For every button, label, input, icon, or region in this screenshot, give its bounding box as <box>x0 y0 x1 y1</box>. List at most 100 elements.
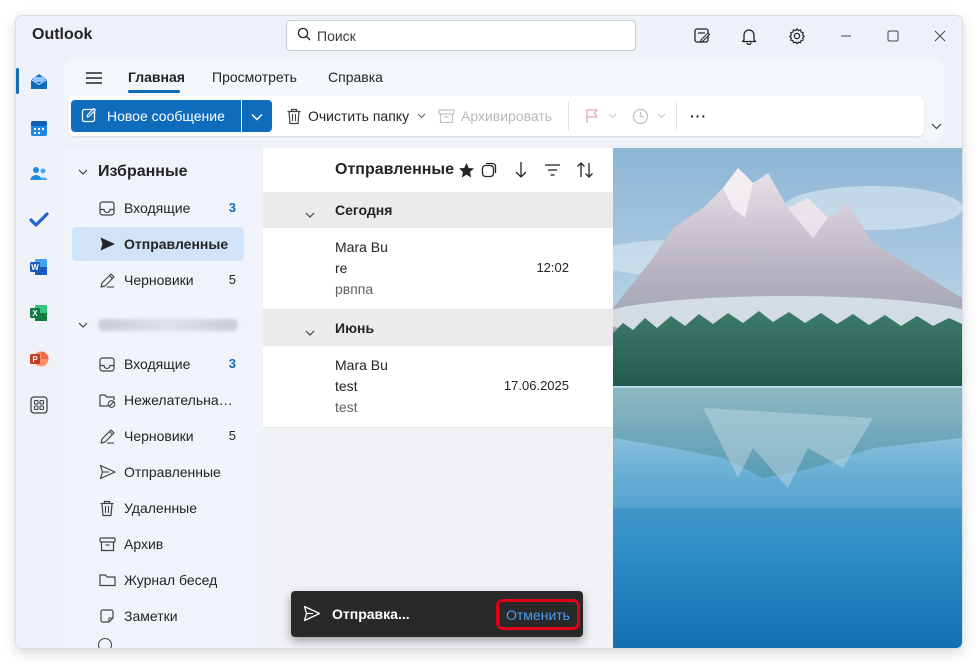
group-header-today[interactable]: Сегодня <box>263 192 613 228</box>
message-list: Отправленные Сегодня Mara Bu re рвппа 12… <box>263 148 613 648</box>
inbox-icon <box>98 355 116 373</box>
tab-view[interactable]: Просмотреть <box>212 69 297 85</box>
group-label: Сегодня <box>335 202 393 218</box>
folder-drafts[interactable]: Черновики 5 <box>72 419 244 453</box>
compose-icon <box>81 107 97 126</box>
favorites-label: Избранные <box>98 163 188 180</box>
folder-inbox[interactable]: Входящие 3 <box>72 347 244 381</box>
folder-fav-drafts[interactable]: Черновики 5 <box>72 263 244 297</box>
group-label: Июнь <box>335 320 375 336</box>
folder-notes[interactable]: Заметки <box>72 599 244 633</box>
archive-button[interactable]: Архивировать <box>438 100 552 132</box>
close-icon[interactable] <box>926 22 954 50</box>
app-rail: W X P <box>16 60 62 648</box>
jump-to-icon[interactable] <box>510 160 530 180</box>
archive-icon <box>98 535 116 553</box>
maximize-icon[interactable] <box>879 22 907 50</box>
svg-text:P: P <box>32 355 38 364</box>
search-input[interactable] <box>317 27 617 44</box>
send-icon <box>98 235 116 253</box>
search-icon <box>297 27 311 44</box>
junk-icon <box>98 391 116 409</box>
message-list-title: Отправленные <box>335 161 454 178</box>
drafts-icon <box>98 271 116 289</box>
folder-label: Архив <box>124 536 164 552</box>
new-message-button[interactable]: Новое сообщение <box>71 100 241 132</box>
message-preview: test <box>335 399 358 415</box>
unread-count: 3 <box>228 200 236 215</box>
search-box[interactable] <box>286 20 636 51</box>
archive-icon <box>438 108 455 124</box>
message-item[interactable]: Mara Bu re рвппа 12:02 <box>263 228 613 310</box>
snooze-button[interactable] <box>632 100 666 132</box>
message-list-header: Отправленные <box>263 148 613 192</box>
group-header-june[interactable]: Июнь <box>263 310 613 346</box>
star-icon[interactable] <box>456 160 476 180</box>
calendar-notes-icon[interactable] <box>688 22 716 50</box>
chevron-down-icon <box>417 113 426 119</box>
chevron-down-icon <box>657 113 666 119</box>
undo-send-button[interactable]: Отменить <box>496 599 580 630</box>
account-header[interactable] <box>64 312 238 338</box>
new-message-label: Новое сообщение <box>107 108 225 124</box>
folder-label: Отправленные <box>124 464 221 480</box>
folder-deleted[interactable]: Удаленные <box>72 491 244 525</box>
filter-icon[interactable] <box>542 160 562 180</box>
chevron-down-icon <box>78 322 88 328</box>
empty-folder-button[interactable]: Очистить папку <box>286 100 426 132</box>
more-apps-icon[interactable] <box>25 391 53 419</box>
tab-help[interactable]: Справка <box>328 69 383 85</box>
folder-label: Нежелательная почта <box>124 392 236 408</box>
draft-count: 5 <box>228 428 236 443</box>
minimize-icon[interactable] <box>832 22 860 50</box>
folder-label: Удаленные <box>124 500 198 516</box>
chevron-down-icon <box>305 205 315 221</box>
outlook-window: Outlook Поиск W X P Главная Просмотреть … <box>16 16 962 648</box>
title-bar: Outlook <box>16 16 962 60</box>
tab-home[interactable]: Главная <box>128 69 185 85</box>
todo-app-icon[interactable] <box>25 206 53 234</box>
ribbon-expand-chevron-icon[interactable] <box>928 118 944 134</box>
trash-icon <box>98 499 116 517</box>
clock-icon <box>632 108 649 125</box>
active-tab-indicator <box>128 90 180 93</box>
powerpoint-app-icon[interactable]: P <box>25 345 53 373</box>
new-message-dropdown[interactable] <box>242 100 272 132</box>
folder-fav-inbox[interactable]: Входящие 3 <box>72 191 244 225</box>
folder-sent[interactable]: Отправленные <box>72 455 244 489</box>
hamburger-menu-icon[interactable] <box>80 66 108 90</box>
bell-icon[interactable] <box>735 22 763 50</box>
excel-app-icon[interactable]: X <box>25 299 53 327</box>
inbox-icon <box>98 199 116 217</box>
calendar-app-icon[interactable] <box>25 114 53 142</box>
folder-conversation-history[interactable]: Журнал бесед <box>72 563 244 597</box>
folder-pane: Избранные Входящие 3 Отправленные Чернов… <box>64 148 262 648</box>
chevron-down-icon <box>305 323 315 339</box>
folder-fav-sent[interactable]: Отправленные <box>72 227 244 261</box>
more-options-button[interactable]: ··· <box>690 100 707 132</box>
word-app-icon[interactable]: W <box>25 253 53 281</box>
people-app-icon[interactable] <box>25 160 53 188</box>
gear-icon[interactable] <box>783 22 811 50</box>
drafts-icon <box>98 427 116 445</box>
toolbar: Новое сообщение Очистить папку Архивиров… <box>68 96 924 136</box>
toolbar-separator <box>676 102 677 130</box>
flag-button[interactable] <box>584 100 617 132</box>
folder-junk[interactable]: Нежелательная почта <box>72 383 244 417</box>
account-email-redacted <box>98 319 238 331</box>
message-preview: рвппа <box>335 281 374 297</box>
svg-text:W: W <box>31 263 39 272</box>
message-item[interactable]: Mara Bu test test 17.06.2025 <box>263 346 613 428</box>
folder-archive[interactable]: Архив <box>72 527 244 561</box>
message-subject: re <box>335 260 348 276</box>
sort-icon[interactable] <box>575 160 595 180</box>
chevron-down-icon <box>78 169 88 175</box>
message-sender: Mara Bu <box>335 239 388 255</box>
mail-app-icon[interactable] <box>25 68 53 96</box>
favorites-header[interactable]: Избранные <box>64 158 188 186</box>
ribbon: Главная Просмотреть Справка Новое сообще… <box>64 60 944 140</box>
rail-active-indicator <box>16 68 19 94</box>
select-icon[interactable] <box>479 160 499 180</box>
message-subject: test <box>335 378 358 394</box>
sending-toast: Отправка... Отменить <box>291 591 583 637</box>
